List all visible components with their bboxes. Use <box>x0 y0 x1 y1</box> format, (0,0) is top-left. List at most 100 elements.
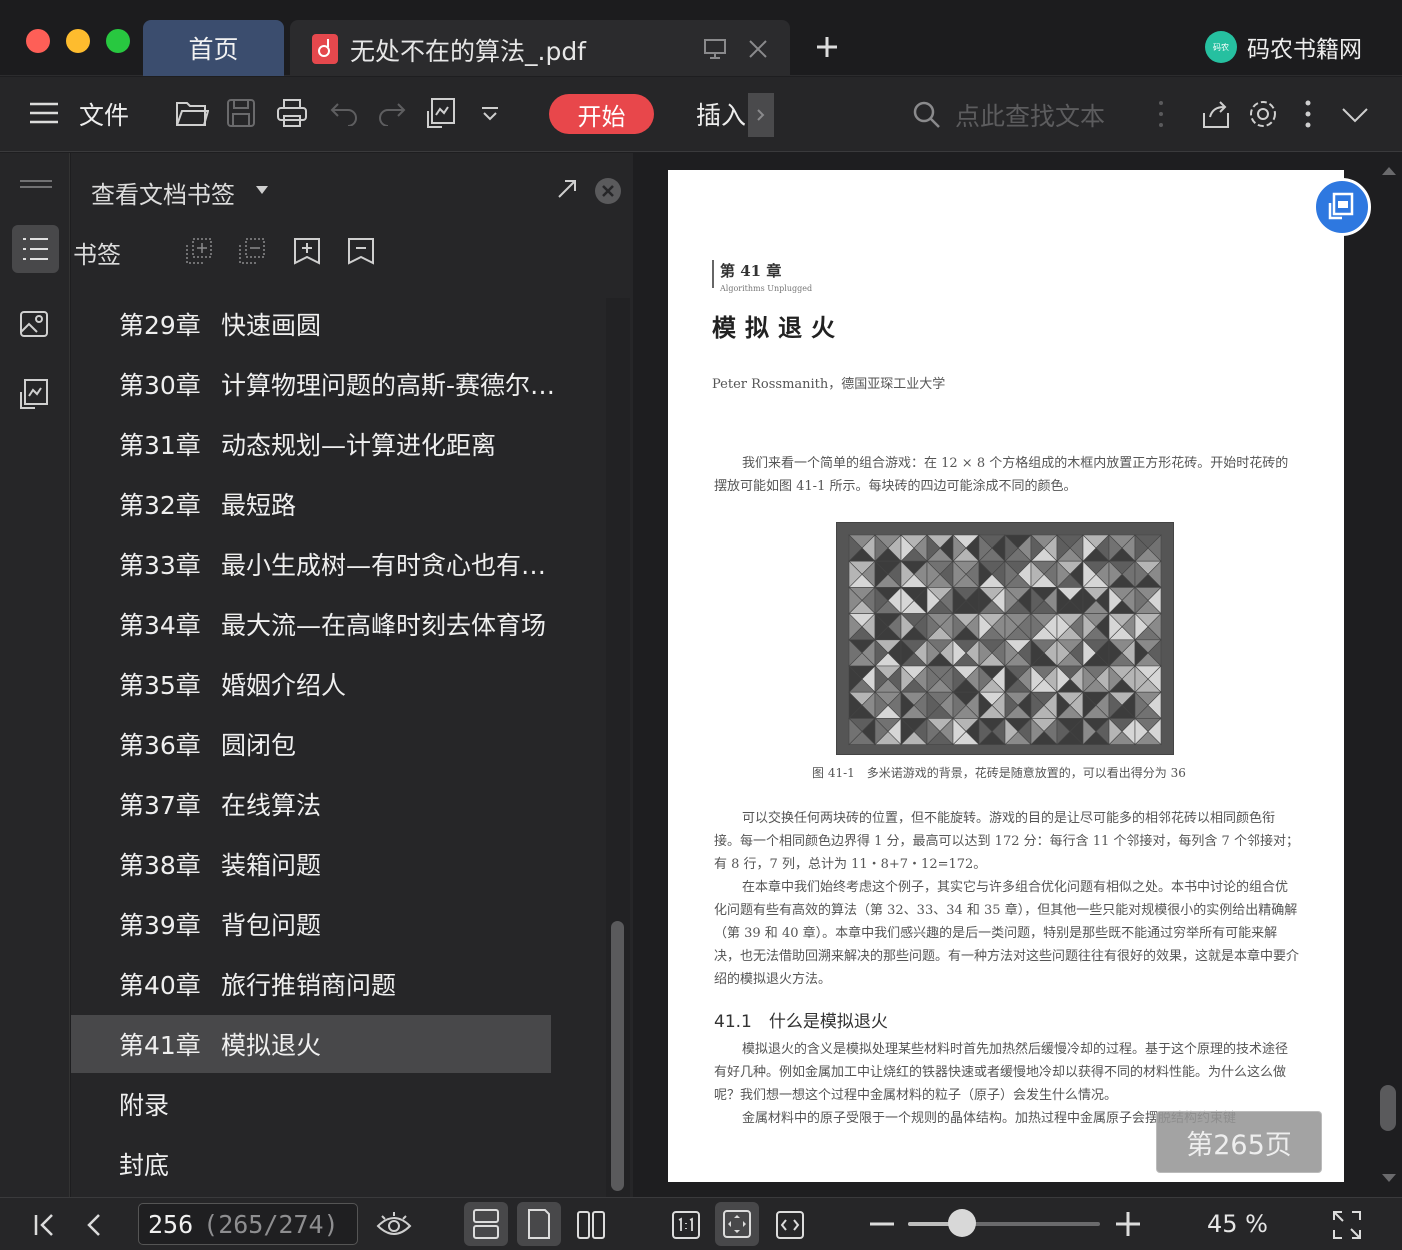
monitor-icon[interactable] <box>704 39 726 59</box>
maximize-window-button[interactable] <box>106 29 130 53</box>
continuous-scroll-button[interactable] <box>464 1202 508 1246</box>
read-mode-eye-icon[interactable] <box>376 1210 412 1240</box>
bookmark-item[interactable]: 第34章 最大流—在高峰时刻去体育场 <box>111 595 591 653</box>
save-icon[interactable] <box>226 98 256 128</box>
file-menu[interactable]: 文件 <box>79 96 129 132</box>
first-page-icon[interactable] <box>34 1213 56 1237</box>
bookmark-title: 动态规划—计算进化距离 <box>221 431 497 460</box>
bookmark-item[interactable]: 第41章 模拟退火 <box>71 1015 551 1073</box>
tab-home[interactable]: 首页 <box>143 20 284 76</box>
bookmark-item[interactable]: 第36章 圆闭包 <box>111 715 591 773</box>
panel-title[interactable]: 查看文档书签 <box>91 175 235 210</box>
chapter-title: 模拟退火 <box>712 313 844 342</box>
fit-page-button[interactable] <box>715 1202 759 1246</box>
zoom-level[interactable]: 45 % <box>1207 1210 1268 1238</box>
search-icon[interactable] <box>913 101 941 129</box>
status-bar: 256 (265/274) 45 % <box>0 1197 1402 1250</box>
redo-icon[interactable] <box>378 100 406 126</box>
settings-gear-icon[interactable] <box>1247 98 1279 130</box>
undo-icon[interactable] <box>330 100 358 126</box>
bookmark-chapter: 第31章 <box>119 431 201 460</box>
tile-grid-graphic <box>848 534 1162 746</box>
bookmark-item[interactable]: 第38章 装箱问题 <box>111 835 591 893</box>
fullscreen-icon[interactable] <box>1332 1210 1362 1240</box>
close-window-button[interactable] <box>26 29 50 53</box>
menu-icon[interactable] <box>30 102 58 124</box>
bookmark-title: 封底 <box>119 1151 170 1180</box>
page-indicator-badge: 第265页 <box>1156 1111 1322 1173</box>
bookmark-item[interactable]: 第39章 背包问题 <box>111 895 591 953</box>
paragraph-1: 我们来看一个简单的组合游戏：在 12 × 8 个方格组成的木框内放置正方形花砖。… <box>714 456 1289 494</box>
collapse-all-icon[interactable] <box>238 237 266 265</box>
bookmark-item[interactable]: 第30章 计算物理问题的高斯-赛德尔… <box>111 355 591 413</box>
thumbnails-icon[interactable] <box>19 310 49 338</box>
bookmark-item[interactable]: 第32章 最短路 <box>111 475 591 533</box>
bookmark-chapter: 第35章 <box>119 671 201 700</box>
expand-all-icon[interactable] <box>185 237 213 265</box>
zoom-slider-knob[interactable] <box>947 1209 976 1237</box>
floating-convert-button[interactable] <box>1313 178 1371 236</box>
bookmark-item[interactable]: 第29章 快速画圆 <box>111 295 591 353</box>
figure-caption: 图 41-1 多米诺游戏的背景，花砖是随意放置的，可以看出得分为 36 <box>812 766 1186 780</box>
bookmark-title: 快速画圆 <box>221 311 322 340</box>
bookmark-chapter: 第40章 <box>119 971 201 1000</box>
bookmark-item[interactable]: 附录 <box>111 1075 591 1133</box>
bookmark-item[interactable]: 第37章 在线算法 <box>111 775 591 833</box>
search-input[interactable]: 点此查找文本 <box>955 97 1105 133</box>
open-folder-icon[interactable] <box>175 99 209 127</box>
fit-width-icon[interactable] <box>775 1210 805 1240</box>
new-tab-icon[interactable] <box>816 36 838 58</box>
bookmark-item[interactable]: 第35章 婚姻介绍人 <box>111 655 591 713</box>
bookmark-scrollbar-thumb[interactable] <box>611 921 624 1191</box>
bookmark-panel: 查看文档书签 书签 第29章 快速画圆 第30章 计算物理问题的高斯-赛德尔… 第31章… <box>71 153 633 1198</box>
start-tab-button[interactable]: 开始 <box>549 94 654 134</box>
more-dropdown-icon[interactable] <box>480 106 500 122</box>
previous-page-icon[interactable] <box>86 1213 102 1237</box>
bookmark-item[interactable]: 封底 <box>111 1135 591 1193</box>
bookmark-title: 最短路 <box>221 491 297 520</box>
actual-size-icon[interactable] <box>671 1210 701 1240</box>
bookmark-item[interactable]: 第40章 旅行推销商问题 <box>111 955 591 1013</box>
zoom-in-icon[interactable] <box>1116 1212 1140 1236</box>
bookmark-title: 婚姻介绍人 <box>221 671 347 700</box>
delete-bookmark-icon[interactable] <box>347 237 375 265</box>
add-bookmark-icon[interactable] <box>293 237 321 265</box>
close-panel-icon[interactable] <box>594 177 622 205</box>
two-page-icon[interactable] <box>576 1210 606 1240</box>
export-image-icon[interactable] <box>424 97 458 131</box>
bookmarks-section-label: 书签 <box>73 241 121 269</box>
bookmarks-rail-button[interactable] <box>12 225 59 273</box>
panel-toggle-icon[interactable] <box>20 179 52 189</box>
bookmark-chapter: 第34章 <box>119 611 201 640</box>
scroll-up-arrow-icon[interactable] <box>1382 166 1396 176</box>
tab-home-label: 首页 <box>188 35 239 64</box>
chapter-rule <box>712 260 714 288</box>
side-rail <box>0 153 70 1197</box>
print-icon[interactable] <box>276 98 308 128</box>
more-options-icon[interactable] <box>1305 99 1311 129</box>
scroll-down-arrow-icon[interactable] <box>1382 1173 1396 1183</box>
minimize-window-button[interactable] <box>66 29 90 53</box>
panel-title-dropdown-icon[interactable] <box>256 186 268 194</box>
toolbar: 文件 开始 插入 点此查找文本 <box>0 77 1402 152</box>
pop-out-icon[interactable] <box>557 179 577 199</box>
pdf-page[interactable]: 第 41 章 Algorithms Unplugged 模拟退火 Peter R… <box>668 170 1344 1182</box>
bookmark-title: 计算物理问题的高斯-赛德尔… <box>221 371 556 400</box>
insert-tab-button[interactable]: 插入 <box>696 96 746 132</box>
annotations-icon[interactable] <box>17 378 51 412</box>
share-icon[interactable] <box>1202 99 1230 129</box>
current-page[interactable]: 256 <box>148 1210 193 1239</box>
toolbar-scroll-right[interactable] <box>748 93 774 137</box>
bookmark-chapter: 第39章 <box>119 911 201 940</box>
document-scrollbar-thumb[interactable] <box>1380 1085 1396 1131</box>
bookmark-item[interactable]: 第33章 最小生成树—有时贪心也有… <box>111 535 591 593</box>
page-number-field[interactable]: 256 (265/274) <box>138 1203 358 1245</box>
tab-document[interactable]: 无处不在的算法_.pdf <box>290 20 790 76</box>
close-tab-icon[interactable] <box>748 39 768 59</box>
collapse-toolbar-icon[interactable] <box>1341 107 1369 123</box>
separator-dots-icon <box>1158 99 1164 129</box>
figure-tile-grid <box>836 522 1174 755</box>
single-page-button[interactable] <box>517 1202 561 1246</box>
zoom-out-icon[interactable] <box>870 1222 894 1226</box>
bookmark-item[interactable]: 第31章 动态规划—计算进化距离 <box>111 415 591 473</box>
